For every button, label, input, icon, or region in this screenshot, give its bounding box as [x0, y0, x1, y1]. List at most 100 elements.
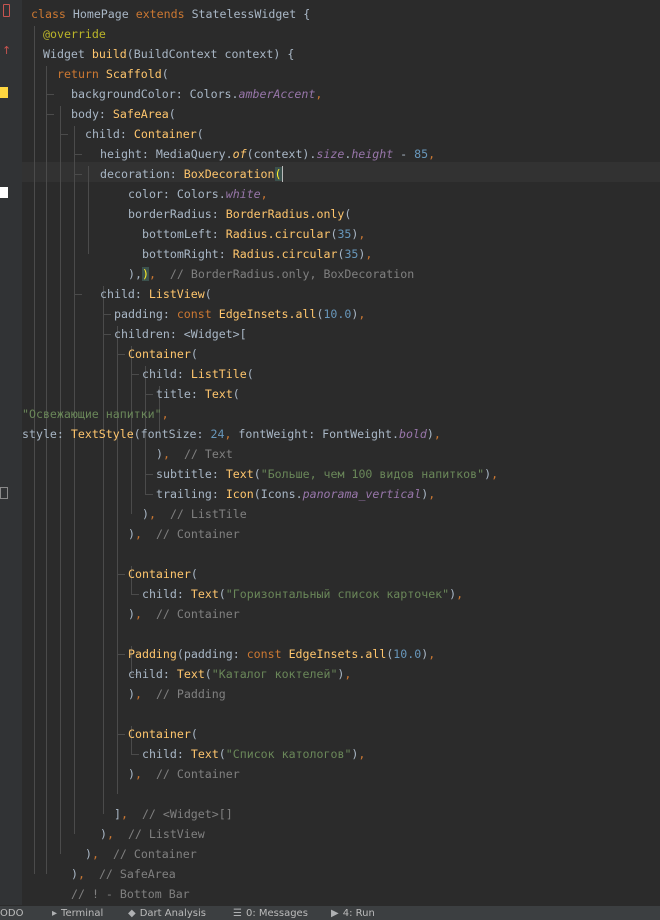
tool-window-button-terminal[interactable]: ▸ Terminal [52, 907, 103, 920]
code-token: Container [133, 127, 197, 141]
code-line[interactable]: trailing: Icon(Icons.panorama_vertical), [156, 484, 435, 504]
code-token: // BorderRadius.only, BoxDecoration [169, 267, 415, 281]
code-token: padding: [114, 307, 177, 321]
code-token: , [358, 747, 366, 761]
code-line[interactable]: Container( [128, 344, 198, 364]
code-token: ) [142, 507, 149, 521]
code-token: 35 [337, 227, 352, 241]
code-line[interactable]: padding: const EdgeInsets.all(10.0), [114, 304, 365, 324]
code-token: ( [204, 667, 212, 681]
code-token: , [260, 187, 268, 201]
code-token: size [316, 147, 345, 161]
code-line[interactable]: ], // <Widget>[] [114, 804, 233, 824]
code-line[interactable]: bottomLeft: Radius.circular(35), [142, 224, 365, 244]
code-line[interactable]: bottomRight: Radius.circular(35), [142, 244, 372, 264]
code-token: , [106, 827, 128, 841]
code-line[interactable]: body: SafeArea( [71, 104, 176, 124]
tool-window-button-run[interactable]: ▶ 4: Run [331, 907, 375, 920]
code-token: const [246, 647, 289, 661]
code-token: SafeArea [112, 107, 169, 121]
code-line[interactable]: Widget build(BuildContext context) { [43, 44, 294, 64]
code-token: - [393, 147, 415, 161]
color-swatch-white-icon[interactable] [0, 187, 8, 198]
tool-window-button-dart-analysis[interactable]: ◆ Dart Analysis [128, 907, 206, 920]
code-token: ( [344, 207, 352, 221]
code-line[interactable]: ), // ListView [100, 824, 205, 844]
code-line[interactable]: ), // Container [128, 524, 240, 544]
override-marker-icon[interactable] [3, 4, 10, 17]
code-token: ( [168, 107, 176, 121]
code-line[interactable]: child: ListView( [100, 284, 212, 304]
code-line[interactable]: child: ListTile( [142, 364, 254, 384]
code-line[interactable]: ), // Text [156, 444, 233, 464]
code-token: bottomLeft: [142, 227, 226, 241]
code-token: ListTile [190, 367, 247, 381]
code-line[interactable]: height: MediaQuery.of(context).size.heig… [100, 144, 435, 164]
code-line[interactable]: Container( [128, 564, 198, 584]
code-line[interactable]: ),), // BorderRadius.only, BoxDecoration [128, 264, 414, 284]
code-token: ) [71, 867, 78, 881]
code-token: // SafeArea [98, 867, 176, 881]
code-line[interactable]: return Scaffold( [57, 64, 169, 84]
indent-guide [88, 166, 89, 254]
code-token: child: [85, 127, 134, 141]
indent-guide [103, 286, 104, 814]
code-token: Container [128, 567, 191, 581]
code-token: child: [128, 667, 177, 681]
code-line[interactable]: ), // ListTile [142, 504, 247, 524]
code-token: extends [135, 7, 192, 21]
code-line[interactable]: borderRadius: BorderRadius.only( [128, 204, 351, 224]
code-token: trailing: [156, 487, 226, 501]
code-token: decoration: [100, 167, 184, 181]
code-line[interactable]: @override [43, 24, 106, 44]
code-line[interactable]: ), // Container [128, 604, 240, 624]
code-line[interactable]: // ! - Bottom Bar [71, 884, 190, 904]
code-token: , [433, 427, 441, 441]
run-icon: ▶ [331, 908, 339, 919]
tool-window-button-messages[interactable]: ☰ 0: Messages [233, 907, 308, 920]
code-line[interactable]: "Освежающие напитки", [22, 404, 169, 424]
code-line[interactable]: ), // SafeArea [71, 864, 176, 884]
code-line[interactable]: decoration: BoxDecoration( [100, 164, 282, 184]
code-line[interactable]: ), // Container [85, 844, 197, 864]
code-line[interactable]: class HomePage extends StatelessWidget { [31, 4, 310, 24]
code-line[interactable]: child: Text("Горизонтальный список карто… [142, 584, 463, 604]
code-line[interactable]: Padding(padding: const EdgeInsets.all(10… [128, 644, 435, 664]
code-line[interactable]: backgroundColor: Colors.amberAccent, [71, 84, 322, 104]
code-line[interactable]: ), // Container [128, 764, 240, 784]
code-line[interactable]: children: <Widget>[ [114, 324, 247, 344]
icon-preview-marker-icon[interactable] [0, 487, 8, 499]
tool-window-label: 0: Messages [245, 908, 308, 919]
code-line[interactable]: subtitle: Text("Больше, чем 100 видов на… [156, 464, 498, 484]
indent-guide-hook [46, 114, 54, 115]
code-editor[interactable]: class HomePage extends StatelessWidget {… [22, 0, 660, 906]
code-token: ( [161, 67, 169, 81]
code-token: BorderRadius.only [225, 207, 345, 221]
indent-guide [60, 106, 61, 854]
code-line[interactable]: child: Container( [85, 124, 204, 144]
color-swatch-amber-icon[interactable] [0, 87, 8, 98]
tool-window-button-todo[interactable]: ODO [0, 907, 23, 920]
code-token: (Icons. [253, 487, 303, 501]
code-line[interactable]: ), // Padding [128, 684, 226, 704]
code-token: return [57, 67, 106, 81]
indent-guide-hook [131, 754, 139, 755]
code-token: 10.0 [323, 307, 352, 321]
code-token: Container [128, 347, 191, 361]
editor-gutter[interactable]: ↑ [0, 0, 22, 906]
code-line[interactable]: style: TextStyle(fontSize: 24, fontWeigh… [22, 424, 441, 444]
code-token: , [134, 607, 156, 621]
code-token: Radius.circular [225, 227, 331, 241]
implementation-marker-icon[interactable]: ↑ [2, 45, 11, 56]
code-line[interactable]: color: Colors.white, [128, 184, 268, 204]
code-token: children: <Widget>[ [114, 327, 247, 341]
code-token: , [148, 267, 170, 281]
code-line[interactable]: title: Text( [156, 384, 240, 404]
code-line[interactable]: child: Text("Список катологов"), [142, 744, 365, 764]
code-line[interactable]: child: Text("Каталог коктелей"), [128, 664, 351, 684]
code-token: "Каталог коктелей" [211, 667, 338, 681]
code-line[interactable]: Container( [128, 724, 198, 744]
indent-guide-hook [145, 494, 153, 495]
indent-guide-hook [131, 594, 139, 595]
code-token: bold [398, 427, 427, 441]
